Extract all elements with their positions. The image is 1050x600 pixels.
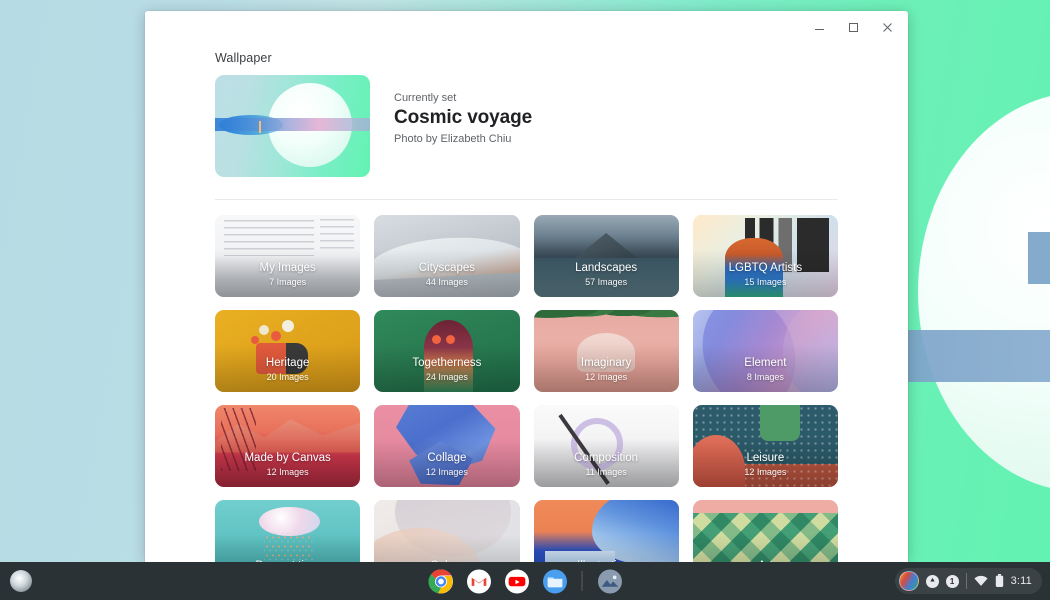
collection-tile[interactable]: LGBTQ Artists15 Images [693, 215, 838, 297]
gmail-app-icon[interactable] [466, 568, 492, 594]
user-avatar[interactable] [899, 571, 919, 591]
close-button[interactable] [870, 12, 904, 42]
current-wallpaper-preview[interactable] [215, 75, 370, 177]
collection-name: LGBTQ Artists [693, 261, 838, 276]
collection-name: Imaginary [534, 356, 679, 371]
tray-clock[interactable]: 3:11 [1011, 575, 1032, 587]
preview-marker [259, 121, 261, 133]
wallpaper-app-window: Wallpaper Currently set Cosmic voyage Ph… [145, 11, 908, 562]
collection-tile[interactable]: Made by Canvas12 Images [215, 405, 360, 487]
shelf-app-list [428, 568, 623, 594]
collection-tile[interactable]: Illustrations [534, 500, 679, 562]
collection-count: 24 Images [374, 371, 519, 384]
collection-caption: Composition11 Images [534, 451, 679, 479]
current-wallpaper-name: Cosmic voyage [394, 107, 532, 129]
maximize-button[interactable] [836, 12, 870, 42]
collection-count: 8 Images [693, 371, 838, 384]
current-wallpaper-info: Currently set Cosmic voyage Photo by Eli… [394, 75, 532, 145]
battery-icon[interactable] [995, 574, 1004, 588]
files-app-icon[interactable] [542, 568, 568, 594]
collection-count: 44 Images [374, 276, 519, 289]
collection-name: Togetherness [374, 356, 519, 371]
page-title: Wallpaper [215, 51, 838, 65]
collection-name: Composition [534, 451, 679, 466]
collection-caption: LGBTQ Artists15 Images [693, 261, 838, 289]
wallpaper-planet [918, 92, 1050, 492]
collection-tile[interactable]: Heritage20 Images [215, 310, 360, 392]
collection-count: 57 Images [534, 276, 679, 289]
chrome-app-icon[interactable] [428, 568, 454, 594]
collection-name: Collage [374, 451, 519, 466]
collection-caption: Made by Canvas12 Images [215, 451, 360, 479]
wallpaper-app-icon[interactable] [597, 568, 623, 594]
collection-name: Cityscapes [374, 261, 519, 276]
collection-tile[interactable]: Leisure12 Images [693, 405, 838, 487]
youtube-app-icon[interactable] [504, 568, 530, 594]
collection-caption: Leisure12 Images [693, 451, 838, 479]
collection-count: 12 Images [374, 466, 519, 479]
wallpaper-content: Wallpaper Currently set Cosmic voyage Ph… [145, 43, 908, 562]
collection-tile[interactable]: Composition11 Images [534, 405, 679, 487]
collection-count: 15 Images [693, 276, 838, 289]
launcher-button[interactable] [10, 570, 32, 592]
collection-tile[interactable]: Imaginary12 Images [534, 310, 679, 392]
tray-separator [966, 573, 967, 589]
collection-name: Element [693, 356, 838, 371]
collection-caption: Collage12 Images [374, 451, 519, 479]
collection-tile[interactable]: My Images7 Images [215, 215, 360, 297]
collection-caption: Heritage20 Images [215, 356, 360, 384]
minimize-button[interactable] [802, 12, 836, 42]
collection-count: 11 Images [534, 466, 679, 479]
collection-tile[interactable]: Cityscapes44 Images [374, 215, 519, 297]
shelf: 1 3:11 [0, 562, 1050, 600]
collection-count: 7 Images [215, 276, 360, 289]
wallpaper-ring-back [1028, 232, 1050, 284]
current-wallpaper-attribution: Photo by Elizabeth Chiu [394, 133, 532, 145]
shelf-separator [582, 571, 583, 591]
collection-count: 12 Images [534, 371, 679, 384]
currently-set-section: Currently set Cosmic voyage Photo by Eli… [215, 75, 838, 200]
collection-count: 20 Images [215, 371, 360, 384]
collection-tile[interactable]: Collage12 Images [374, 405, 519, 487]
collection-name: My Images [215, 261, 360, 276]
collection-count: 12 Images [693, 466, 838, 479]
collection-tile[interactable]: Dessert time [215, 500, 360, 562]
collection-tile[interactable]: Colors [374, 500, 519, 562]
wallpaper-ring [900, 330, 1050, 382]
media-control-icon[interactable] [926, 575, 939, 588]
collection-tile[interactable]: Art [693, 500, 838, 562]
collection-name: Heritage [215, 356, 360, 371]
collections-grid: My Images7 Images Cityscapes44 Images Land… [215, 200, 838, 562]
collection-caption: Element8 Images [693, 356, 838, 384]
window-titlebar [145, 11, 908, 43]
collection-caption: Landscapes57 Images [534, 261, 679, 289]
collection-count: 12 Images [215, 466, 360, 479]
notification-badge[interactable]: 1 [946, 575, 959, 588]
collection-tile[interactable]: Togetherness24 Images [374, 310, 519, 392]
collection-caption: Togetherness24 Images [374, 356, 519, 384]
collection-scrim [534, 500, 679, 562]
currently-set-label: Currently set [394, 92, 532, 104]
collection-scrim [693, 500, 838, 562]
collection-caption: Cityscapes44 Images [374, 261, 519, 289]
collection-scrim [215, 500, 360, 562]
collection-tile[interactable]: Element8 Images [693, 310, 838, 392]
collection-name: Leisure [693, 451, 838, 466]
wifi-icon[interactable] [974, 575, 988, 587]
collection-name: Made by Canvas [215, 451, 360, 466]
status-tray[interactable]: 1 3:11 [895, 568, 1042, 594]
preview-ring [215, 118, 370, 131]
collection-caption: Imaginary12 Images [534, 356, 679, 384]
collection-caption: My Images7 Images [215, 261, 360, 289]
collection-scrim [374, 500, 519, 562]
collection-tile[interactable]: Landscapes57 Images [534, 215, 679, 297]
collection-name: Landscapes [534, 261, 679, 276]
desktop: Wallpaper Currently set Cosmic voyage Ph… [0, 0, 1050, 600]
